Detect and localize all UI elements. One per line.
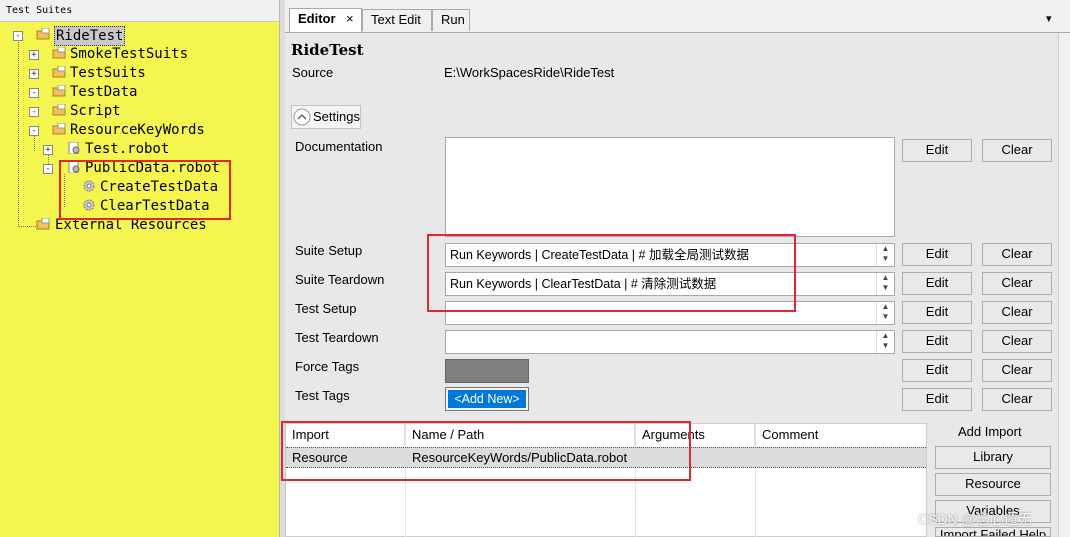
highlight-box (59, 160, 231, 220)
test-tags-clear-button[interactable]: Clear (982, 388, 1052, 411)
tree-connector (18, 42, 19, 227)
tree-node-smoketestsuits[interactable]: SmokeTestSuits (70, 45, 188, 63)
documentation-label: Documentation (295, 139, 383, 154)
folder-icon (52, 47, 66, 59)
folder-icon (36, 28, 50, 40)
suite-title: RideTest (291, 41, 364, 59)
tab-run[interactable]: Run (432, 9, 470, 31)
force-tags-clear-button[interactable]: Clear (982, 359, 1052, 382)
folder-icon (52, 66, 66, 78)
collapse-toggle[interactable]: - (43, 164, 53, 174)
documentation-clear-button[interactable]: Clear (982, 139, 1052, 162)
test-setup-label: Test Setup (295, 301, 357, 316)
test-tags-edit-button[interactable]: Edit (902, 388, 972, 411)
test-teardown-clear-button[interactable]: Clear (982, 330, 1052, 353)
collapse-arrow-icon (293, 108, 311, 126)
tree-node-test-robot[interactable]: Test.robot (85, 140, 169, 158)
settings-label: Settings (313, 109, 360, 124)
suite-setup-edit-button[interactable]: Edit (902, 243, 972, 266)
tab-label: Editor (298, 11, 336, 26)
tree-node-resourcekeywords[interactable]: ResourceKeyWords (70, 121, 205, 139)
test-teardown-field[interactable]: ▲ ▼ (445, 330, 895, 354)
suite-teardown-label: Suite Teardown (295, 272, 385, 287)
suite-setup-clear-button[interactable]: Clear (982, 243, 1052, 266)
folder-icon (52, 85, 66, 97)
tab-editor[interactable]: Editor × (289, 8, 362, 32)
tree-connector (18, 226, 36, 227)
spin-arrows-icon[interactable]: ▲ ▼ (876, 331, 894, 353)
watermark: CSDN @忘心遁无 (918, 511, 1032, 527)
force-tags-edit-button[interactable]: Edit (902, 359, 972, 382)
vertical-scrollbar[interactable] (1058, 33, 1070, 537)
tree-header: Test Suites (0, 0, 279, 22)
test-setup-clear-button[interactable]: Clear (982, 301, 1052, 324)
spin-arrows-icon[interactable]: ▲ ▼ (876, 244, 894, 266)
settings-toggle[interactable]: Settings (291, 105, 361, 129)
test-setup-edit-button[interactable]: Edit (902, 301, 972, 324)
resource-file-icon (68, 142, 80, 154)
add-library-button[interactable]: Library (935, 446, 1051, 469)
tree-node-script[interactable]: Script (70, 102, 121, 120)
highlight-box (427, 234, 796, 312)
add-import-label: Add Import (958, 424, 1022, 439)
documentation-field[interactable] (445, 137, 895, 237)
test-tags-field[interactable]: <Add New> (445, 387, 529, 411)
source-label: Source (292, 65, 334, 80)
documentation-edit-button[interactable]: Edit (902, 139, 972, 162)
tab-menu-icon[interactable]: ▾ (1046, 12, 1052, 25)
force-tags-field[interactable] (445, 359, 529, 383)
tree-node-testsuits[interactable]: TestSuits (70, 64, 146, 82)
suite-setup-label: Suite Setup (295, 243, 363, 258)
collapse-toggle[interactable]: - (29, 88, 39, 98)
folder-icon (52, 123, 66, 135)
tree-node-testdata[interactable]: TestData (70, 83, 137, 101)
suite-teardown-edit-button[interactable]: Edit (902, 272, 972, 295)
collapse-toggle[interactable]: - (29, 107, 39, 117)
close-icon[interactable]: × (346, 9, 354, 29)
tree-node-ridetest[interactable]: RideTest (54, 26, 126, 46)
tab-text-edit[interactable]: Text Edit (362, 9, 432, 31)
test-tags-label: Test Tags (295, 388, 350, 403)
expand-toggle[interactable]: + (43, 145, 53, 155)
spin-arrows-icon[interactable]: ▲ ▼ (876, 273, 894, 295)
suite-teardown-clear-button[interactable]: Clear (982, 272, 1052, 295)
spin-arrows-icon[interactable]: ▲ ▼ (876, 302, 894, 324)
folder-icon (52, 104, 66, 116)
test-teardown-edit-button[interactable]: Edit (902, 330, 972, 353)
collapse-toggle[interactable]: - (13, 31, 23, 41)
force-tags-label: Force Tags (295, 359, 360, 374)
add-new-tag[interactable]: <Add New> (448, 390, 526, 408)
test-teardown-label: Test Teardown (295, 330, 379, 345)
collapse-toggle[interactable]: - (29, 126, 39, 136)
add-resource-button[interactable]: Resource (935, 473, 1051, 496)
highlight-box (281, 421, 691, 481)
expand-toggle[interactable]: + (29, 50, 39, 60)
expand-toggle[interactable]: + (29, 69, 39, 79)
column-header-comment[interactable]: Comment (756, 424, 926, 446)
source-value: E:\WorkSpacesRide\RideTest (444, 65, 615, 80)
tree-connector (34, 136, 35, 151)
folder-icon (36, 218, 50, 230)
